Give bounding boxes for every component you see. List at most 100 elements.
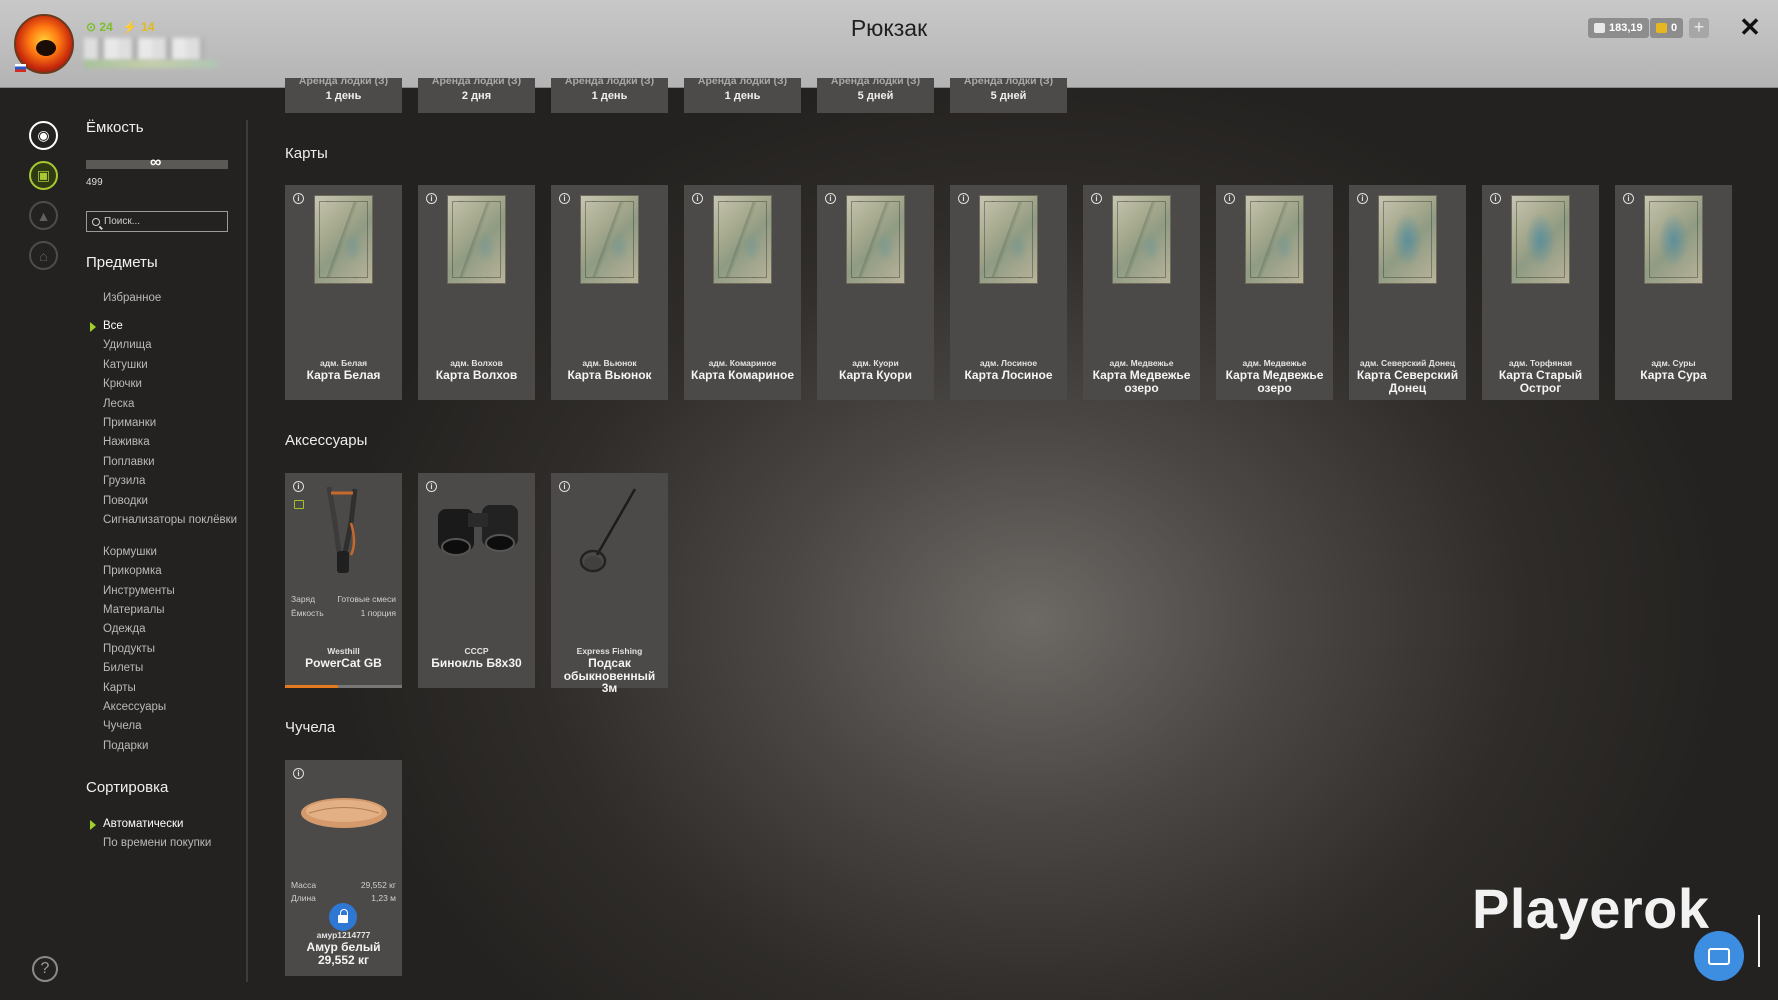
item-card-trophy[interactable]: i Масса 29,552 кг Длина 1,23 м амур1214777… [285,760,402,976]
boat-tab-icon[interactable]: ▲ [29,201,58,230]
backpack-tab-icon[interactable]: ▣ [29,161,58,190]
info-icon[interactable]: i [293,481,304,492]
help-icon[interactable]: ? [32,956,58,982]
filter-item[interactable]: Леска [103,395,237,414]
ticket-name: Аренда лодки (З) [431,78,522,87]
ticket-duration: 5 дней [990,90,1027,102]
prop-row-1: Заряд Готовые смеси [291,594,396,604]
info-icon[interactable]: i [559,193,570,204]
map-region: адм. Медвежье [1242,358,1307,368]
filter-item[interactable]: Поплавки [103,453,237,472]
map-card[interactable]: i адм. Комариное Карта Комариное [684,185,801,400]
accessories-grid: i Заряд Готовые смеси Ёмкость 1 порция Wes… [285,473,668,694]
add-currency-button[interactable]: + [1689,18,1709,38]
charge-progress-fill [285,685,338,688]
info-icon[interactable]: i [426,193,437,204]
filter-item[interactable]: Аксессуары [103,698,237,717]
info-icon[interactable]: i [293,193,304,204]
playerok-watermark: Playerok [1472,877,1710,940]
info-icon[interactable]: i [559,481,570,492]
boat-rental-card[interactable]: Аренда лодки (З) 5 дней [950,78,1067,113]
map-thumbnail-icon [979,195,1038,284]
map-region: адм. Суры [1651,358,1696,368]
close-button[interactable]: ✕ [1738,12,1762,42]
info-icon[interactable]: i [958,193,969,204]
item-name: Бинокль Б8х30 [431,656,522,670]
filter-item[interactable]: Наживка [103,433,237,452]
gold-currency: 0 [1650,18,1684,38]
filter-item[interactable]: Билеты [103,659,237,678]
map-card[interactable]: i адм. Вьюнок Карта Вьюнок [551,185,668,400]
map-card[interactable]: i адм. Волхов Карта Волхов [418,185,535,400]
prop-label: Заряд [291,594,316,604]
filter-item[interactable]: Кормушки [103,543,237,562]
map-card[interactable]: i адм. Белая Карта Белая [285,185,402,400]
map-card[interactable]: i адм. Медвежье Карта Медвежье озеро [1216,185,1333,400]
prop-row-1: Масса 29,552 кг [291,880,396,890]
filter-item[interactable]: Продукты [103,640,237,659]
top-bar: ⊙ 24 ⚡ 14 Рюкзак 183,19 0 + ✕ [0,0,1778,88]
filter-item[interactable]: Материалы [103,601,237,620]
filter-item[interactable]: Инструменты [103,582,237,601]
filter-item[interactable]: Прикормка [103,562,237,581]
info-icon[interactable]: i [1224,193,1235,204]
ticket-duration: 2 дня [461,90,492,102]
sort-option[interactable]: Автоматически [89,815,211,834]
map-thumbnail-icon [713,195,772,284]
filter-item[interactable]: Катушки [103,356,237,375]
info-icon[interactable]: i [1490,193,1501,204]
filter-item[interactable]: Приманки [103,414,237,433]
support-chat-button[interactable] [1694,931,1744,981]
ticket-name: Аренда лодки (З) [564,78,655,87]
map-card[interactable]: i адм. Торфяная Карта Старый Острог [1482,185,1599,400]
boat-rental-card[interactable]: Аренда лодки (З) 1 день [551,78,668,113]
filter-item[interactable]: Все [89,317,237,336]
boat-rental-card[interactable]: Аренда лодки (З) 1 день [285,78,402,113]
map-name: Карта Старый Острог [1498,368,1583,395]
chat-icon [1708,947,1730,965]
info-icon[interactable]: i [1623,193,1634,204]
filter-item[interactable]: Крючки [103,375,237,394]
map-card[interactable]: i адм. Лосиное Карта Лосиное [950,185,1067,400]
map-thumbnail-icon [1644,195,1703,284]
filter-item[interactable]: Подарки [103,737,237,756]
trophies-grid: i Масса 29,552 кг Длина 1,23 м амур1214777… [285,760,402,976]
boat-rental-card[interactable]: Аренда лодки (З) 1 день [684,78,801,113]
search-input[interactable]: Поиск... [86,211,228,232]
prop-label: Ёмкость [291,608,324,618]
maps-grid: i адм. Белая Карта Белая i адм. Волхов Карта … [285,185,1732,400]
map-card[interactable]: i адм. Северский Донец Карта Северский Дон… [1349,185,1466,400]
filter-item[interactable]: Чучела [103,717,237,736]
boat-rental-card[interactable]: Аренда лодки (З) 5 дней [817,78,934,113]
filter-item[interactable]: Сигнализаторы поклёвки [103,511,237,543]
filter-item[interactable]: Грузила [103,472,237,491]
map-card[interactable]: i адм. Медвежье Карта Медвежье озеро [1083,185,1200,400]
bait-catapult-icon [326,486,358,573]
filter-item[interactable]: Карты [103,679,237,698]
info-icon[interactable]: i [692,193,703,204]
favorites-filter[interactable]: Избранное [103,292,161,304]
map-name: Карта Вьюнок [567,368,652,382]
filter-item[interactable]: Удилища [103,336,237,355]
filter-item[interactable]: Поводки [103,492,237,511]
map-card[interactable]: i адм. Суры Карта Сура [1615,185,1732,400]
map-card[interactable]: i адм. Куори Карта Куори [817,185,934,400]
info-icon[interactable]: i [825,193,836,204]
info-icon[interactable]: i [1091,193,1102,204]
item-card-binoculars[interactable]: i СССР Бинокль Б8х30 [418,473,535,688]
filter-item[interactable]: Одежда [103,620,237,639]
info-icon[interactable]: i [1357,193,1368,204]
boat-rental-card[interactable]: Аренда лодки (З) 2 дня [418,78,535,113]
sort-option[interactable]: По времени покупки [103,834,211,853]
item-card-powercat[interactable]: i Заряд Готовые смеси Ёмкость 1 порция Wes… [285,473,402,688]
info-icon[interactable]: i [293,768,304,779]
map-region: адм. Вьюнок [582,358,637,368]
scrollbar[interactable] [1758,915,1760,967]
fish-tab-icon[interactable]: ◉ [29,121,58,150]
prop-value: 29,552 кг [360,880,396,890]
capacity-title: Ёмкость [86,119,144,136]
prop-value: Готовые смеси [337,594,396,604]
home-tab-icon[interactable]: ⌂ [29,241,58,270]
item-card-landing-net[interactable]: i Express Fishing Подсак обыкновенный 3м [551,473,668,694]
map-thumbnail-icon [1245,195,1304,284]
